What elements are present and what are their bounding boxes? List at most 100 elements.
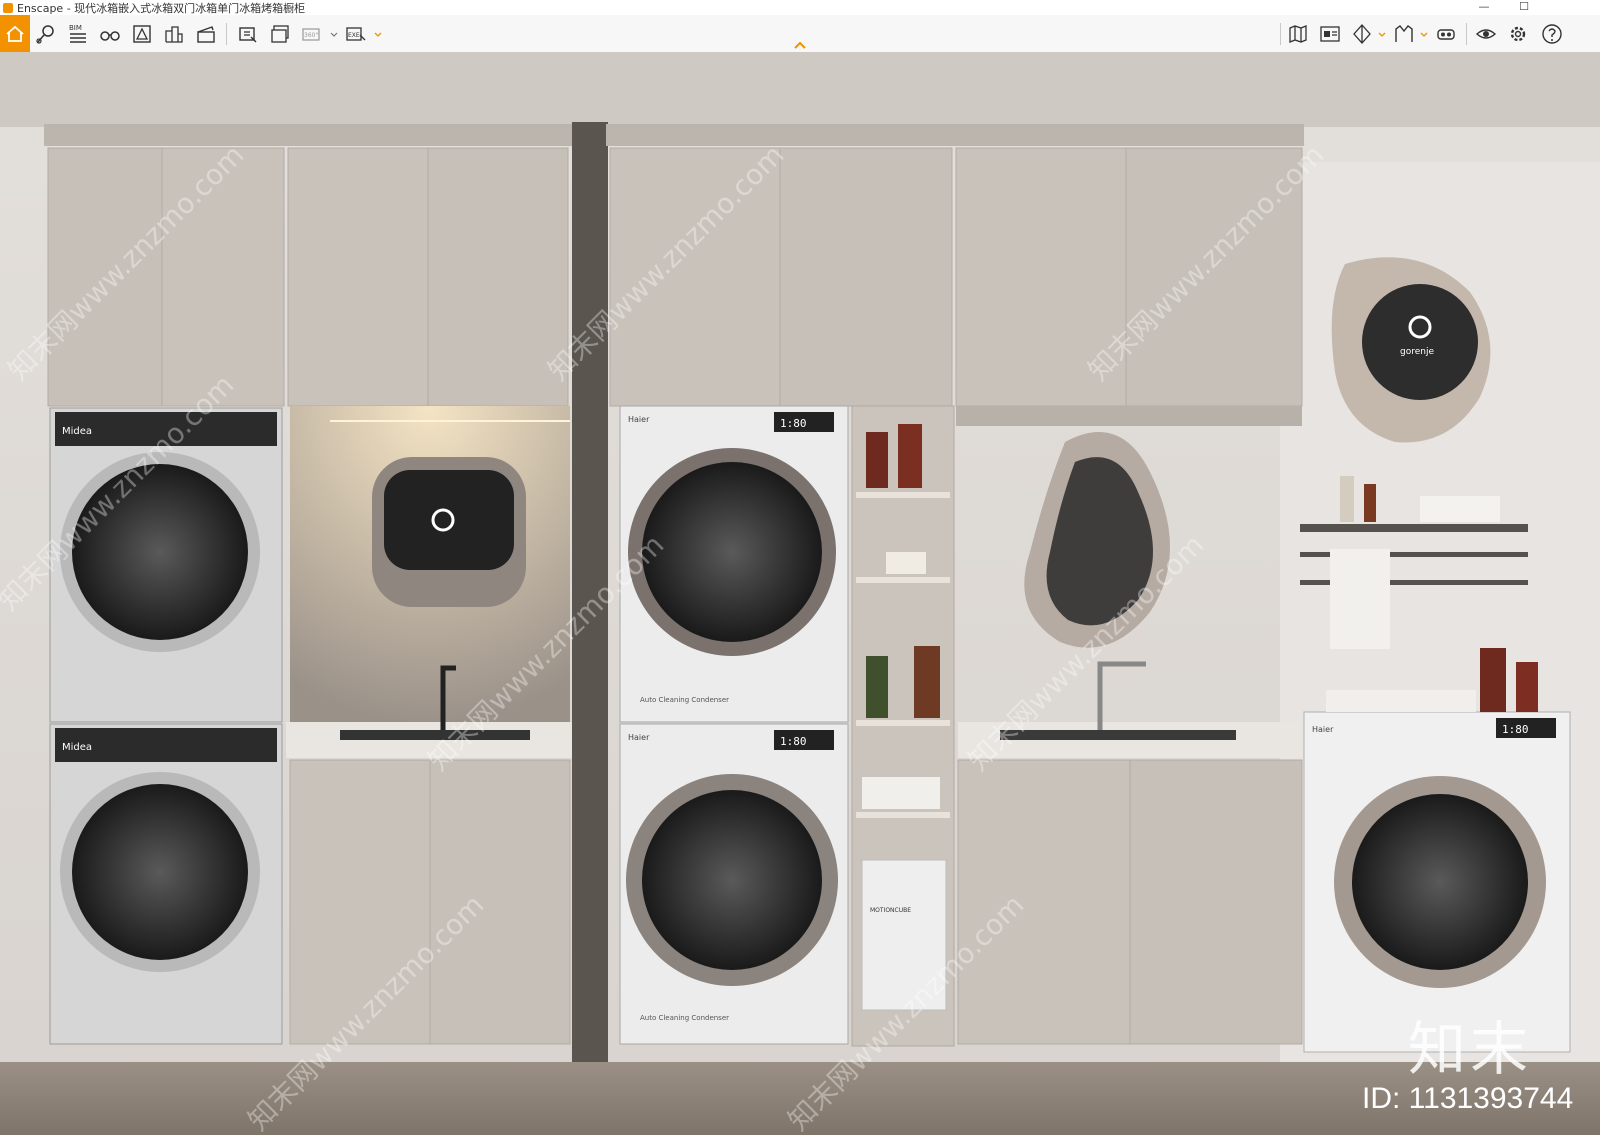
haier-brand-text: Haier bbox=[628, 733, 650, 742]
bottle bbox=[866, 656, 888, 718]
chevron-down-icon[interactable] bbox=[1377, 28, 1387, 40]
minimize-button[interactable]: — bbox=[1464, 0, 1504, 15]
bottle bbox=[866, 432, 888, 488]
collapse-toolbar-chevron-icon[interactable] bbox=[793, 40, 807, 50]
upper-cabinet-shadow bbox=[956, 406, 1302, 426]
cabinet-crown bbox=[44, 124, 572, 146]
sink bbox=[1000, 730, 1236, 740]
maximize-button[interactable]: ☐ bbox=[1504, 0, 1544, 15]
map-button[interactable] bbox=[1284, 20, 1312, 48]
panorama-360-icon: 360° bbox=[302, 28, 320, 41]
watermark-id: ID: 1131393744 bbox=[1362, 1082, 1574, 1115]
bim-button[interactable]: BIM bbox=[64, 20, 92, 48]
shelf bbox=[856, 812, 950, 818]
help-button[interactable] bbox=[1538, 20, 1566, 48]
lower-cabinet-door bbox=[429, 759, 571, 1045]
display-time-text: 1:80 bbox=[780, 417, 807, 430]
clapper-icon bbox=[197, 26, 215, 43]
title-bar: Enscape - 现代冰箱嵌入式冰箱双门冰箱单门冰箱烤箱橱柜 — ☐ bbox=[0, 0, 1600, 15]
gorenje-wall-dryer-door bbox=[1362, 284, 1478, 400]
binoculars-icon bbox=[100, 31, 120, 41]
vr-headset-icon bbox=[1437, 29, 1455, 40]
place-camera-icon bbox=[36, 25, 54, 44]
buildings-button[interactable] bbox=[160, 20, 188, 48]
sun-button[interactable] bbox=[1390, 20, 1418, 48]
bottle bbox=[898, 424, 922, 488]
material-editor-button[interactable] bbox=[1316, 20, 1344, 48]
sun-icon bbox=[1395, 25, 1413, 42]
haier-brand-text: Haier bbox=[1312, 725, 1334, 734]
asset-library-button[interactable] bbox=[128, 20, 156, 48]
folded-towels bbox=[1326, 690, 1476, 712]
folded-towels bbox=[862, 777, 940, 809]
home-button[interactable] bbox=[0, 15, 30, 52]
panorama-button[interactable]: 360° bbox=[298, 20, 326, 48]
chevron-down-icon[interactable] bbox=[1419, 28, 1429, 40]
panorama-label: 360° bbox=[304, 32, 318, 39]
vr-headset-button[interactable] bbox=[1432, 20, 1460, 48]
toolbar-separator bbox=[1280, 23, 1281, 45]
bottle bbox=[1516, 662, 1538, 712]
batch-render-icon bbox=[271, 25, 289, 43]
settings-gear-icon bbox=[1510, 26, 1526, 42]
cabinet-crown bbox=[606, 124, 1304, 146]
midea-brand-text: Midea bbox=[62, 426, 92, 437]
ceiling bbox=[0, 52, 1600, 127]
export-exe-button[interactable]: EXE bbox=[342, 20, 370, 48]
help-icon bbox=[1542, 24, 1562, 44]
settings-button[interactable] bbox=[1504, 20, 1532, 48]
asset-library-icon bbox=[133, 25, 151, 43]
bottle bbox=[1364, 484, 1376, 522]
bim-label: BIM bbox=[69, 24, 82, 32]
display-time-text: 1:80 bbox=[780, 735, 807, 748]
laundry-room-render: Midea Midea Haier 1:80 Auto Cleaning Con… bbox=[0, 52, 1600, 1135]
enscape-logo-icon bbox=[3, 2, 13, 13]
render-viewport[interactable]: Midea Midea Haier 1:80 Auto Cleaning Con… bbox=[0, 52, 1600, 1135]
haier-brand-text: Haier bbox=[628, 415, 650, 424]
soap-dish bbox=[886, 552, 926, 574]
lower-cabinet-door bbox=[957, 759, 1131, 1045]
watermark-logo: 知末 bbox=[1408, 1015, 1533, 1083]
upper-cabinet-door bbox=[287, 147, 429, 407]
led-strip bbox=[330, 420, 570, 422]
sink bbox=[340, 730, 530, 740]
map-icon bbox=[1289, 25, 1307, 43]
chevron-down-icon[interactable] bbox=[329, 28, 339, 40]
binoculars-button[interactable] bbox=[96, 20, 124, 48]
midea-washer: Midea bbox=[49, 723, 283, 1045]
visual-settings-eye-icon bbox=[1475, 29, 1497, 39]
upper-cabinet-door bbox=[779, 147, 953, 407]
view-mode-button[interactable] bbox=[1348, 20, 1376, 48]
condenser-label-text: Auto Cleaning Condenser bbox=[640, 696, 729, 704]
export-exe-icon: EXE bbox=[346, 27, 366, 41]
haier-washer: Haier 1:80 Auto Cleaning Condenser bbox=[619, 723, 849, 1045]
material-editor-icon bbox=[1320, 26, 1340, 42]
bin-label-text: MOTIONCUBE bbox=[870, 907, 911, 914]
haier-washer-right: Haier 1:80 bbox=[1303, 711, 1571, 1053]
chevron-down-icon[interactable] bbox=[373, 28, 383, 40]
bottle bbox=[1480, 648, 1506, 712]
screenshot-button[interactable] bbox=[234, 20, 262, 48]
hanging-towel bbox=[1330, 549, 1390, 649]
bottle bbox=[1340, 476, 1354, 522]
display-time-text: 1:80 bbox=[1502, 723, 1529, 736]
shelf bbox=[856, 720, 950, 726]
bim-icon: BIM bbox=[69, 24, 86, 43]
gorenje-brand-text: gorenje bbox=[1400, 347, 1434, 357]
visual-settings-button[interactable] bbox=[1472, 20, 1500, 48]
place-camera-button[interactable] bbox=[32, 20, 60, 48]
batch-render-button[interactable] bbox=[266, 20, 294, 48]
home-icon bbox=[6, 25, 24, 42]
exe-label: EXE bbox=[348, 32, 360, 39]
video-editor-button[interactable] bbox=[192, 20, 220, 48]
toolbar-separator bbox=[1466, 23, 1467, 45]
condenser-label-text: Auto Cleaning Condenser bbox=[640, 1014, 729, 1022]
shelf bbox=[856, 492, 950, 498]
wall-shelf bbox=[1300, 524, 1528, 532]
window-title: Enscape - 现代冰箱嵌入式冰箱双门冰箱单门冰箱烤箱橱柜 bbox=[17, 1, 306, 15]
toolbar-separator bbox=[226, 23, 227, 45]
bottle bbox=[914, 646, 940, 718]
screenshot-icon bbox=[239, 27, 257, 43]
gorenje-wall-dryer bbox=[384, 470, 514, 570]
midea-brand-text: Midea bbox=[62, 742, 92, 753]
